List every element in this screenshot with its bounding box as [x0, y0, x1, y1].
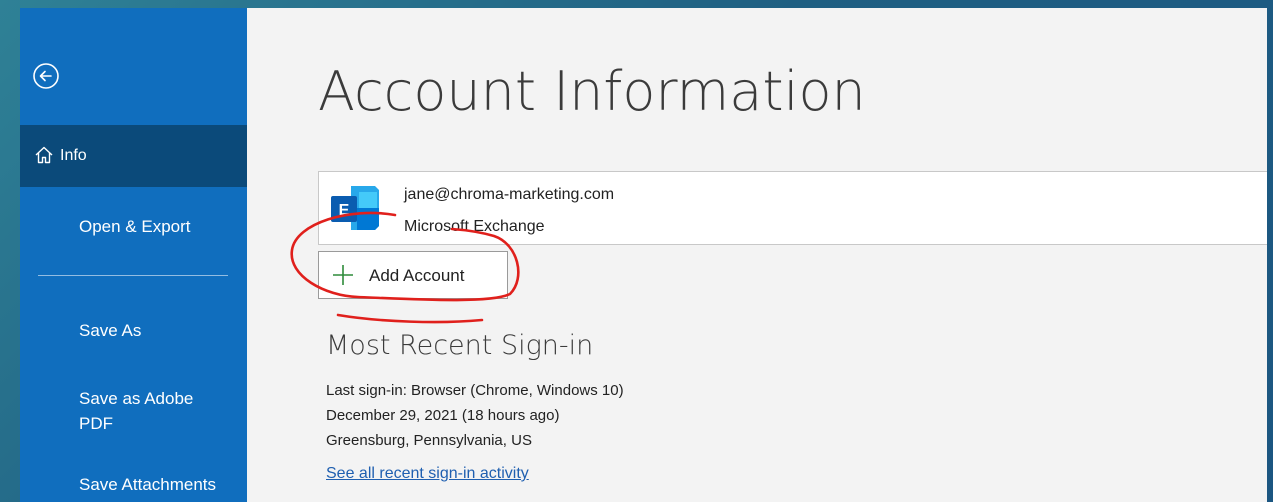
sign-in-location-text: Greensburg, Pennsylvania, US: [326, 432, 532, 449]
exchange-icon: E: [331, 186, 379, 230]
sidebar-item-save-attachments[interactable]: Save Attachments: [20, 473, 247, 502]
plus-icon: [333, 265, 353, 285]
outlook-backstage-window: Info Open & Export Save As Save as Adobe…: [20, 8, 1267, 502]
sign-in-date-text: December 29, 2021 (18 hours ago): [326, 407, 560, 424]
home-icon: [35, 146, 53, 164]
sidebar-item-label: Save as Adobe PDF: [79, 389, 194, 433]
sidebar-item-label: Save As: [79, 321, 142, 340]
sidebar-divider: [38, 275, 228, 276]
sidebar-item-info[interactable]: Info: [20, 125, 247, 187]
sign-in-section-title: Most Recent Sign-in: [326, 330, 594, 361]
last-sign-in-text: Last sign-in: Browser (Chrome, Windows 1…: [326, 382, 624, 399]
sidebar-item-label: Open & Export: [79, 217, 191, 236]
backstage-sidebar: Info Open & Export Save As Save as Adobe…: [20, 8, 247, 502]
svg-text:E: E: [339, 202, 350, 219]
sidebar-item-open-export[interactable]: Open & Export: [20, 208, 247, 248]
account-selector[interactable]: E jane@chroma-marketing.com Microsoft Ex…: [318, 171, 1267, 245]
sign-in-activity-link[interactable]: See all recent sign-in activity: [326, 465, 529, 483]
sidebar-item-save-as-adobe-pdf[interactable]: Save as Adobe PDF: [20, 380, 247, 442]
page-title: Account Information: [318, 60, 866, 123]
add-account-button[interactable]: Add Account: [318, 251, 508, 299]
sidebar-item-label: Save Attachments: [79, 475, 217, 494]
sidebar-item-label: Info: [60, 147, 87, 164]
account-type: Microsoft Exchange: [404, 218, 545, 235]
account-email: jane@chroma-marketing.com: [404, 186, 615, 203]
back-arrow-icon[interactable]: [32, 62, 60, 90]
sidebar-item-save-as[interactable]: Save As: [20, 313, 247, 353]
add-account-label: Add Account: [369, 266, 465, 285]
